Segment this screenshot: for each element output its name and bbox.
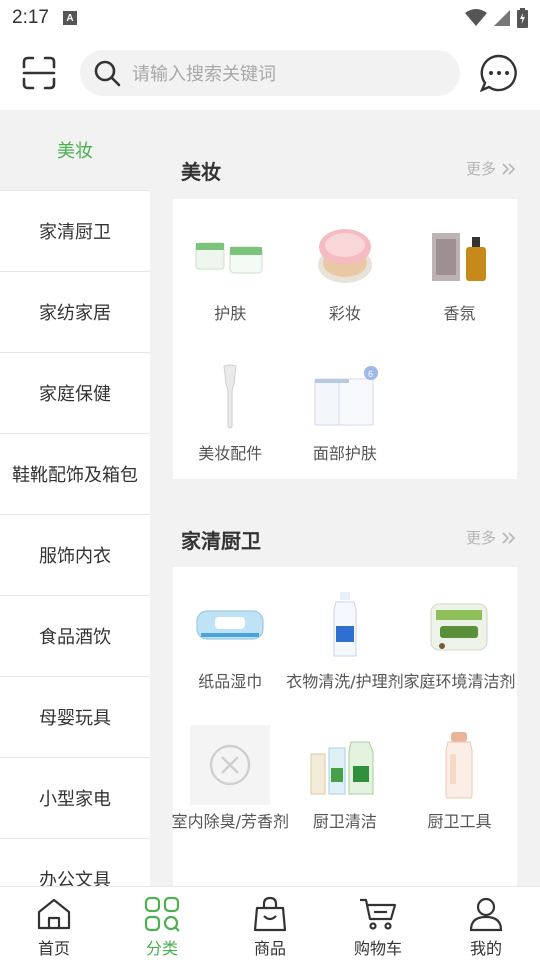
status-bar: 2:17 A bbox=[0, 0, 540, 36]
more-link[interactable]: 更多 bbox=[466, 527, 516, 548]
chat-bubble-icon bbox=[480, 54, 517, 92]
category-icon bbox=[142, 895, 182, 933]
svg-text:6: 6 bbox=[368, 369, 373, 379]
subcategory-label: 美妆配件 bbox=[198, 444, 263, 463]
subcategory-label: 香氛 bbox=[443, 304, 476, 323]
subcategory-item[interactable]: 香氛 bbox=[402, 213, 517, 353]
signal-icon bbox=[494, 10, 510, 26]
app-screen: 2:17 A 请输入搜索关键词 美妆 家清厨卫 家纺家居 家庭保健 鞋靴配饰及箱… bbox=[0, 0, 540, 960]
category-content: 美妆 更多 护肤 彩妆 香氛 美妆配件 6 面部护肤 家清厨卫 更多 纸品湿巾 … bbox=[150, 110, 540, 886]
search-placeholder: 请输入搜索关键词 bbox=[132, 64, 276, 85]
subcategory-item[interactable] bbox=[173, 861, 288, 886]
status-time: 2:17 bbox=[12, 7, 49, 28]
subcategory-label: 家庭环境清洁剂 bbox=[403, 672, 516, 691]
subcategory-item[interactable]: 护肤 bbox=[173, 213, 288, 353]
nav-label: 购物车 bbox=[353, 939, 402, 958]
sidebar-item-shoes-bags[interactable]: 鞋靴配饰及箱包 bbox=[0, 434, 150, 515]
cleaning-wipes-image bbox=[419, 585, 499, 665]
category-sidebar: 美妆 家清厨卫 家纺家居 家庭保健 鞋靴配饰及箱包 服饰内衣 食品酒饮 母婴玩具… bbox=[0, 110, 150, 886]
sidebar-item-apparel[interactable]: 服饰内衣 bbox=[0, 515, 150, 596]
detergent-bottle-image bbox=[305, 585, 385, 665]
nav-products[interactable]: 商品 bbox=[216, 887, 324, 960]
nav-cart[interactable]: 购物车 bbox=[324, 887, 432, 960]
double-chevron-right-icon bbox=[502, 162, 516, 175]
sidebar-item-home-textile[interactable]: 家纺家居 bbox=[0, 272, 150, 353]
more-link[interactable]: 更多 bbox=[466, 158, 516, 179]
notification-icon: A bbox=[62, 11, 77, 25]
user-icon bbox=[466, 895, 506, 933]
nav-label: 商品 bbox=[253, 939, 286, 958]
search-icon bbox=[92, 58, 122, 88]
sidebar-item-small-appliances[interactable]: 小型家电 bbox=[0, 758, 150, 839]
subcategory-grid: 纸品湿巾 衣物清洗/护理剂 家庭环境清洁剂 室内除臭/芳香剂 厨卫清洁 厨卫工具 bbox=[171, 567, 517, 886]
more-label: 更多 bbox=[465, 529, 496, 547]
wet-wipes-image bbox=[190, 585, 270, 665]
subcategory-label: 衣物清洗/护理剂 bbox=[286, 672, 404, 691]
bottom-nav: 首页 分类 商品 购物车 我的 bbox=[0, 886, 540, 960]
search-input[interactable]: 请输入搜索关键词 bbox=[80, 50, 460, 96]
nav-profile[interactable]: 我的 bbox=[432, 887, 540, 960]
subcategory-item[interactable]: 彩妆 bbox=[288, 213, 403, 353]
sidebar-item-food-drinks[interactable]: 食品酒饮 bbox=[0, 596, 150, 677]
scan-icon bbox=[22, 56, 56, 90]
status-icons bbox=[465, 8, 528, 28]
scan-button[interactable] bbox=[20, 54, 58, 92]
bag-icon bbox=[250, 895, 290, 933]
nav-label: 我的 bbox=[469, 939, 502, 958]
subcategory-item[interactable]: 家庭环境清洁剂 bbox=[402, 581, 517, 721]
tool-product-image bbox=[190, 865, 270, 886]
sidebar-item-office-stationery[interactable]: 办公文具 bbox=[0, 839, 150, 886]
image-error-placeholder bbox=[190, 725, 271, 805]
battery-icon bbox=[517, 8, 528, 28]
more-label: 更多 bbox=[465, 160, 496, 178]
search-header: 请输入搜索关键词 bbox=[0, 36, 540, 110]
perfume-bottle-image bbox=[419, 217, 499, 297]
subcategory-grid: 护肤 彩妆 香氛 美妆配件 6 面部护肤 bbox=[173, 199, 517, 493]
subcategory-item[interactable]: 6 面部护肤 bbox=[288, 353, 403, 493]
subcategory-item[interactable]: 纸品湿巾 bbox=[173, 581, 288, 721]
sidebar-item-health-care[interactable]: 家庭保健 bbox=[0, 353, 150, 434]
section-title: 美妆 bbox=[181, 160, 221, 184]
dish-soap-image bbox=[305, 725, 385, 805]
cart-icon bbox=[358, 895, 398, 933]
subcategory-label: 纸品湿巾 bbox=[198, 672, 263, 691]
home-icon bbox=[34, 895, 74, 933]
subcategory-label: 彩妆 bbox=[328, 304, 361, 323]
message-button[interactable] bbox=[480, 54, 518, 92]
sidebar-item-household-cleaning[interactable]: 家清厨卫 bbox=[0, 191, 150, 272]
subcategory-item[interactable]: 室内除臭/芳香剂 bbox=[171, 721, 289, 861]
subcategory-item[interactable]: 美妆配件 bbox=[173, 353, 288, 493]
subcategory-card: 纸品湿巾 衣物清洗/护理剂 家庭环境清洁剂 室内除臭/芳香剂 厨卫清洁 厨卫工具 bbox=[171, 567, 517, 886]
subcategory-label: 室内除臭/芳香剂 bbox=[171, 812, 289, 831]
subcategory-label: 护肤 bbox=[214, 304, 247, 323]
double-chevron-right-icon bbox=[502, 531, 516, 544]
cushion-compact-image bbox=[305, 217, 385, 297]
nav-label: 首页 bbox=[37, 939, 70, 958]
subcategory-label: 厨卫清洁 bbox=[312, 812, 377, 831]
section-header: 美妆 更多 bbox=[150, 110, 540, 199]
sidebar-item-baby-toys[interactable]: 母婴玩具 bbox=[0, 677, 150, 758]
wifi-icon bbox=[465, 9, 487, 26]
makeup-spatula-image bbox=[190, 357, 270, 437]
subcategory-item[interactable]: 厨卫清洁 bbox=[288, 721, 403, 861]
water-bottle-image bbox=[419, 725, 499, 805]
section-header: 家清厨卫 更多 bbox=[150, 479, 540, 567]
skincare-product-image bbox=[190, 217, 270, 297]
nav-label: 分类 bbox=[145, 939, 178, 958]
sidebar-item-beauty[interactable]: 美妆 bbox=[0, 110, 150, 191]
subcategory-item[interactable]: 厨卫工具 bbox=[402, 721, 517, 861]
nav-home[interactable]: 首页 bbox=[0, 887, 108, 960]
subcategory-label: 厨卫工具 bbox=[427, 812, 492, 831]
subcategory-label: 面部护肤 bbox=[312, 444, 377, 463]
subcategory-item[interactable]: 衣物清洗/护理剂 bbox=[286, 581, 404, 721]
subcategory-card: 护肤 彩妆 香氛 美妆配件 6 面部护肤 bbox=[173, 199, 517, 479]
face-mask-image: 6 bbox=[305, 357, 385, 437]
nav-category[interactable]: 分类 bbox=[108, 887, 216, 960]
section-title: 家清厨卫 bbox=[181, 529, 261, 553]
